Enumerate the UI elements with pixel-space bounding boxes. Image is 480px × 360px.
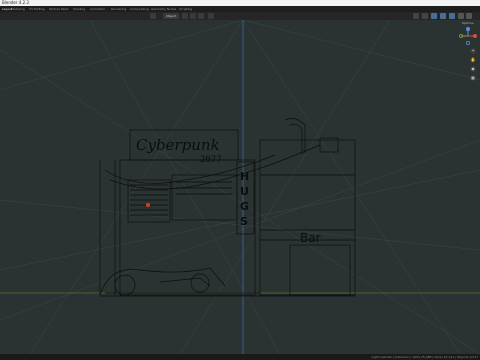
viewport-header: Object bbox=[0, 12, 480, 20]
snap-button[interactable] bbox=[190, 13, 196, 19]
scene-statistics: Light Cabinet | Collection | Verts 25,48… bbox=[371, 355, 478, 359]
navigation-gizmo[interactable] bbox=[459, 27, 477, 45]
wireframe-shading-icon[interactable] bbox=[449, 13, 455, 19]
options-dropdown[interactable]: Options bbox=[462, 21, 474, 25]
object-origin-marker bbox=[146, 203, 150, 207]
pivot-button[interactable] bbox=[182, 13, 188, 19]
overlay-toggle-icon[interactable] bbox=[431, 13, 437, 19]
proportional-edit-button[interactable] bbox=[198, 13, 204, 19]
bar-sign-text: Bar bbox=[300, 231, 321, 245]
visibility-icon[interactable] bbox=[413, 13, 419, 19]
material-shading-icon[interactable] bbox=[466, 13, 472, 19]
status-bar: Light Cabinet | Collection | Verts 25,48… bbox=[0, 354, 480, 360]
transform-orientation-button[interactable] bbox=[150, 13, 156, 19]
svg-text:S: S bbox=[240, 215, 248, 228]
xray-toggle-icon[interactable] bbox=[440, 13, 446, 19]
pan-hand-icon[interactable]: ✋ bbox=[470, 57, 476, 63]
sign-main-text: Cyberpunk bbox=[136, 136, 220, 154]
perspective-toggle-icon[interactable]: ▦ bbox=[470, 75, 476, 81]
sign-digits: 2077 bbox=[200, 155, 222, 165]
sign-vertical-text: H U G S bbox=[240, 170, 249, 228]
svg-text:H: H bbox=[240, 170, 249, 183]
viewport-canvas: Cyberpunk 2077 H U G S Bar bbox=[0, 19, 480, 355]
solid-shading-icon[interactable] bbox=[458, 13, 464, 19]
gizmo-toggle-icon[interactable] bbox=[422, 13, 428, 19]
3d-viewport[interactable]: Cyberpunk 2077 H U G S Bar bbox=[0, 19, 480, 355]
svg-text:U: U bbox=[240, 185, 249, 198]
zoom-icon[interactable]: + bbox=[470, 48, 476, 54]
camera-view-icon[interactable]: ◉ bbox=[470, 66, 476, 72]
mode-selector[interactable]: Object bbox=[163, 13, 179, 19]
svg-text:G: G bbox=[240, 200, 249, 213]
shading-mode-button[interactable] bbox=[208, 13, 214, 19]
